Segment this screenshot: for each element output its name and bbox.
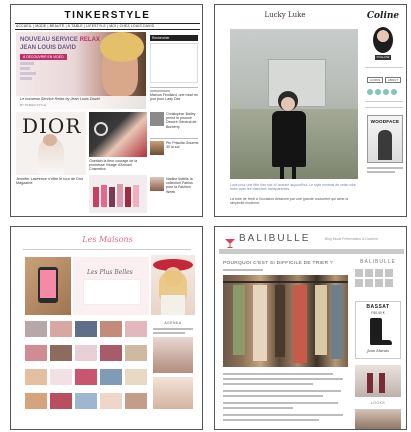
sidebar-widget (150, 43, 198, 83)
thumb[interactable] (25, 369, 47, 385)
social-icon[interactable] (385, 279, 393, 287)
armani-logo-icon (94, 122, 108, 136)
sidebar-image-2[interactable] (153, 337, 193, 373)
post-thumb-6[interactable] (150, 177, 164, 191)
hero-caption[interactable]: Le nouveau Service Relax by Jean Louis D… (20, 97, 100, 101)
top-nav-bar[interactable] (219, 249, 404, 254)
ad-brand: BASSAT (366, 304, 390, 310)
post-photo-woman[interactable] (230, 29, 358, 179)
blog-screenshot-lucky-luke[interactable]: Lucky Luke Look pour une fête hier soir … (214, 4, 407, 217)
sidebar-shoes-image[interactable] (355, 365, 401, 397)
post-title-6[interactable]: Nadine thêtille la collection Fabius pou… (166, 177, 200, 194)
social-icon[interactable] (375, 279, 383, 287)
about-button[interactable]: ABOUT (385, 77, 401, 83)
post-title-4[interactable]: Pin Priscilla Gourme 30 la sol (166, 141, 200, 149)
thumb[interactable] (125, 369, 147, 385)
feature-banner[interactable]: Les Plus Belles (73, 257, 149, 315)
thumb[interactable] (25, 345, 47, 361)
social-icon[interactable] (355, 279, 363, 287)
thumb[interactable] (100, 321, 122, 337)
thumb[interactable] (50, 369, 72, 385)
thumb[interactable] (50, 393, 72, 409)
looks-button[interactable]: LOOKS (367, 77, 383, 83)
thumb[interactable] (125, 321, 147, 337)
blog-screenshot-tinkerstyle[interactable]: TINKERSTYLE ACCUEIL | MODE | BEAUTÉ | À … (10, 4, 203, 217)
hero-highlight: RELAX (79, 37, 100, 43)
social-icon-grid (355, 269, 401, 297)
social-icon[interactable] (365, 279, 373, 287)
thumb[interactable] (25, 321, 47, 337)
thumb[interactable] (100, 369, 122, 385)
hero-byline: BY TINKER STYLE (20, 103, 47, 107)
post-title-2[interactable]: Christopher Bailey prend le pouvoir Déco… (166, 112, 200, 129)
balibulle-tagline: Blog Mode Présentation & Doctrine (325, 237, 378, 241)
thumb[interactable] (50, 321, 72, 337)
clothes-rack-image[interactable] (223, 275, 348, 367)
feature-phone-image[interactable] (25, 257, 71, 315)
blog-title: Lucky Luke (264, 11, 306, 19)
thumb[interactable] (75, 321, 97, 337)
thumb[interactable] (50, 345, 72, 361)
hero-tag[interactable]: À DÉCOUVRIR EN VIDÉO (20, 54, 67, 60)
sidebar-label: AGENDA (164, 321, 182, 325)
hero-banner[interactable]: NOUVEAU SERVICE RELAX JEAN LOUIS DAVID À… (16, 32, 146, 109)
social-icon-2[interactable] (375, 89, 381, 95)
magazine-cover-image[interactable]: WOODFACE (367, 115, 403, 163)
blog-screenshot-les-maisons[interactable]: Les Maisons Les Plus Belles AGENDA (10, 226, 203, 430)
social-icon-3[interactable] (383, 89, 389, 95)
sidebar-image-3[interactable] (153, 377, 193, 409)
hero-line1: NOUVEAU SERVICE (20, 37, 78, 43)
social-icon[interactable] (355, 269, 363, 277)
armani-ad-image[interactable] (89, 112, 147, 157)
tinkerstyle-logo: TINKERSTYLE (64, 10, 151, 21)
sidebar-image-looks[interactable] (355, 409, 401, 429)
sidebar-model-image[interactable] (151, 255, 195, 315)
blog-screenshot-balibulle[interactable]: BALIBULLE Blog Mode Présentation & Doctr… (214, 226, 407, 430)
post-thumb-2[interactable] (150, 112, 164, 126)
sidebar-logo: BALIBULLE (360, 259, 396, 265)
post-title-1[interactable]: Marcus Feuillard, une mise en jour pour … (150, 93, 200, 101)
thumb[interactable] (100, 393, 122, 409)
nail-polish-image[interactable] (89, 175, 147, 213)
magazine-title: WOODFACE (370, 119, 400, 124)
les-maisons-logo: Les Maisons (82, 235, 133, 244)
thumb[interactable] (125, 393, 147, 409)
post-thumbnail-grid (25, 321, 147, 421)
sidebar-search-header: Rechercher (150, 35, 198, 41)
bassat-boot-ad[interactable]: BASSAT F60,00 € Jean Marais (355, 301, 401, 359)
thumb[interactable] (125, 345, 147, 361)
post-title[interactable]: POURQUOI C'EST SI DIFFICILE DE TRIER ? (223, 261, 348, 266)
thumb[interactable] (100, 345, 122, 361)
sidebar-profile-name: Coline (366, 11, 400, 21)
social-icon[interactable] (365, 269, 373, 277)
ad-signature: Jean Marais (367, 349, 389, 353)
banner-slogan: Les Plus Belles (87, 269, 133, 276)
profile-avatar (373, 27, 393, 53)
social-icon[interactable] (385, 269, 393, 277)
thumb[interactable] (25, 393, 47, 409)
cocktail-glass-icon (225, 235, 235, 248)
thumb[interactable] (75, 393, 97, 409)
hero-line2: JEAN LOUIS DAVID (20, 45, 76, 51)
social-icon-4[interactable] (391, 89, 397, 95)
post-thumb-4[interactable] (150, 141, 164, 155)
post-caption: Look pour une fête hier soir à l'avance … (230, 183, 356, 191)
thumb[interactable] (75, 369, 97, 385)
post-title-3[interactable]: Guerlain la fleur courage de la promesse… (89, 159, 147, 172)
post-title-5[interactable]: Jennifer Lawrence s'offre le tour de Dio… (16, 177, 86, 186)
balibulle-logo: BALIBULLE (239, 233, 311, 244)
tinkerstyle-nav[interactable]: ACCUEIL | MODE | BEAUTÉ | À TABLE | LIFE… (16, 24, 199, 28)
social-icon[interactable] (375, 269, 383, 277)
follow-badge[interactable]: FOLLOW (375, 55, 391, 60)
sidebar-label: LOOKS (370, 401, 386, 405)
post-caption-2: La robe de Hedi à l'occasion dessinée pa… (230, 197, 349, 205)
thumb[interactable] (75, 345, 97, 361)
dior-ad-image[interactable]: DIOR (16, 112, 86, 175)
ad-price: F60,00 € (371, 311, 385, 315)
social-icon-1[interactable] (367, 89, 373, 95)
